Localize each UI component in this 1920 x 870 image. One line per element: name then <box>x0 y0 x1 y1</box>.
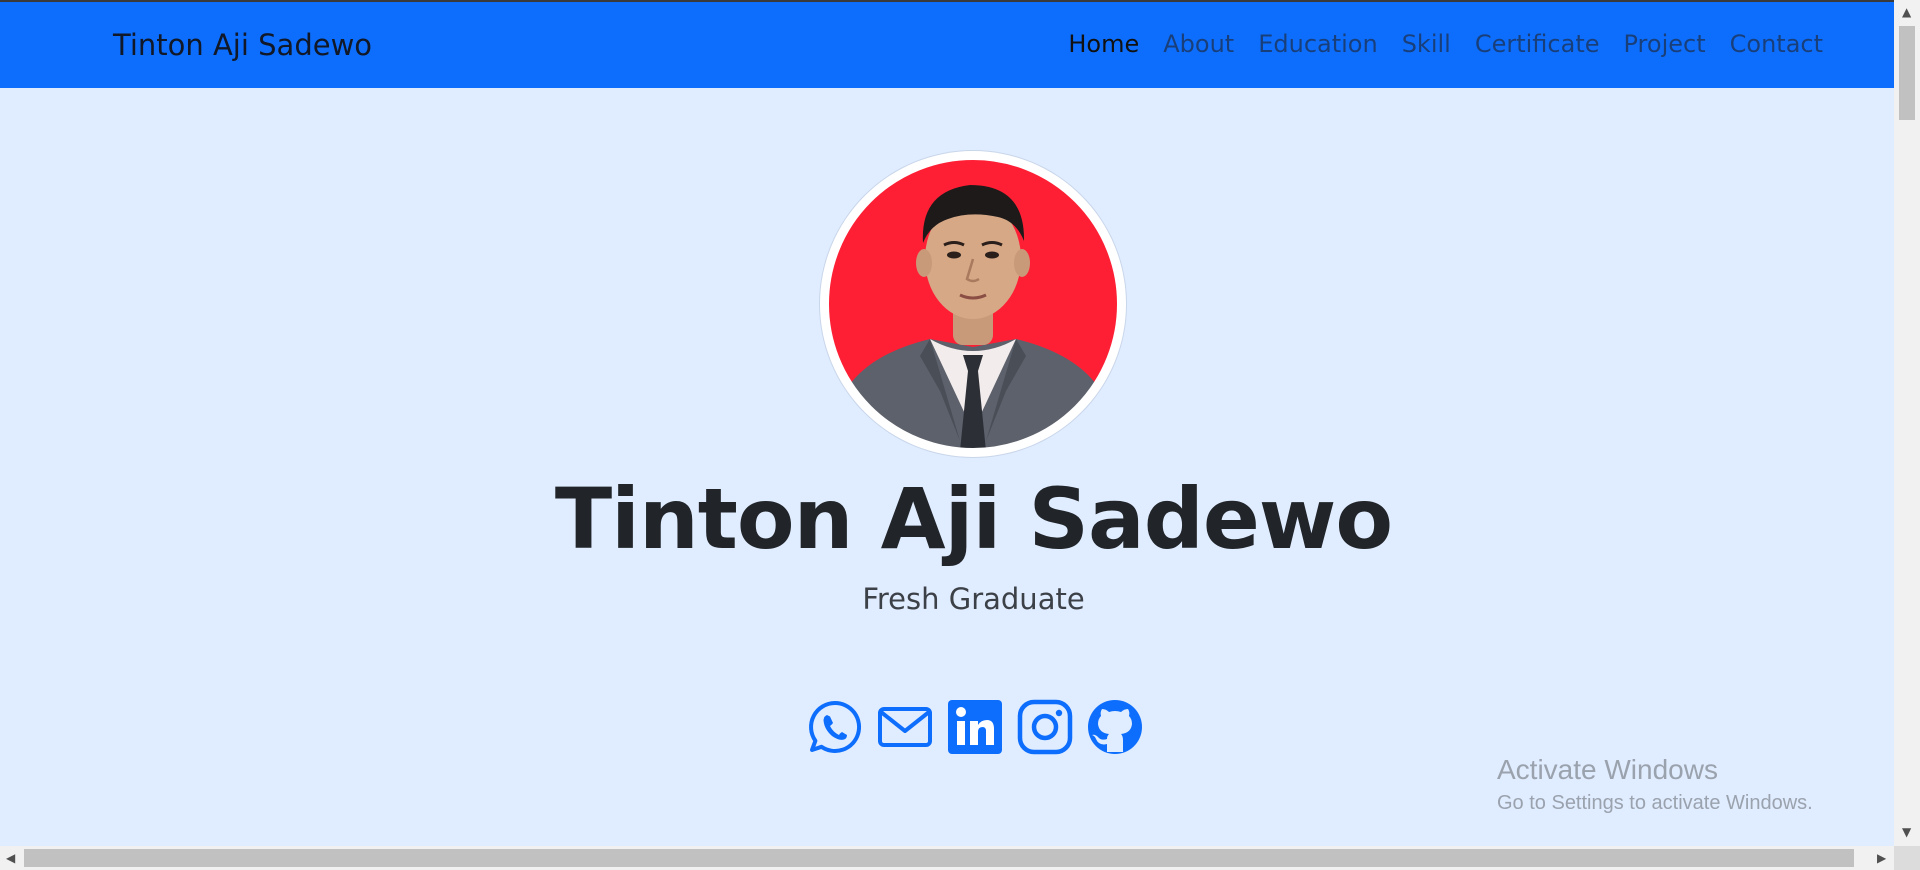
nav-link-about[interactable]: About <box>1163 30 1234 58</box>
scrollbar-corner <box>1894 846 1920 870</box>
nav-links: Home About Education Skill Certificate P… <box>1044 30 1823 58</box>
scroll-left-arrow-icon[interactable]: ◀ <box>6 852 15 864</box>
nav-link-contact[interactable]: Contact <box>1730 30 1823 58</box>
page-viewport: Tinton Aji Sadewo Home About Education S… <box>0 0 1894 846</box>
instagram-icon[interactable] <box>1017 699 1073 755</box>
nav-link-skill[interactable]: Skill <box>1402 30 1451 58</box>
nav-link-education[interactable]: Education <box>1258 30 1377 58</box>
windows-activation-watermark: Activate Windows Go to Settings to activ… <box>1497 754 1813 815</box>
nav-link-home[interactable]: Home <box>1068 30 1139 58</box>
profile-photo <box>820 151 1126 457</box>
scroll-right-arrow-icon[interactable]: ▶ <box>1877 852 1886 864</box>
scroll-up-arrow-icon[interactable]: ▲ <box>1902 6 1911 18</box>
horizontal-scrollbar[interactable]: ◀ ▶ <box>0 846 1894 870</box>
email-icon[interactable] <box>877 699 933 755</box>
vertical-scrollbar[interactable]: ▲ ▼ <box>1894 0 1920 846</box>
watermark-subtitle: Go to Settings to activate Windows. <box>1497 792 1813 814</box>
hero-role: Fresh Graduate <box>862 582 1085 616</box>
navbar-brand[interactable]: Tinton Aji Sadewo <box>113 28 372 62</box>
whatsapp-icon[interactable] <box>807 699 863 755</box>
social-links <box>807 699 1143 755</box>
github-icon[interactable] <box>1087 699 1143 755</box>
nav-link-certificate[interactable]: Certificate <box>1475 30 1600 58</box>
hero-name: Tinton Aji Sadewo <box>554 470 1393 568</box>
watermark-title: Activate Windows <box>1497 754 1718 785</box>
scroll-down-arrow-icon[interactable]: ▼ <box>1902 826 1911 838</box>
vertical-scrollbar-thumb[interactable] <box>1899 26 1915 120</box>
navbar: Tinton Aji Sadewo Home About Education S… <box>0 0 1894 88</box>
linkedin-icon[interactable] <box>947 699 1003 755</box>
hero-section: Tinton Aji Sadewo Fresh Graduate <box>0 88 1894 846</box>
horizontal-scrollbar-thumb[interactable] <box>24 849 1854 867</box>
nav-link-project[interactable]: Project <box>1624 30 1706 58</box>
